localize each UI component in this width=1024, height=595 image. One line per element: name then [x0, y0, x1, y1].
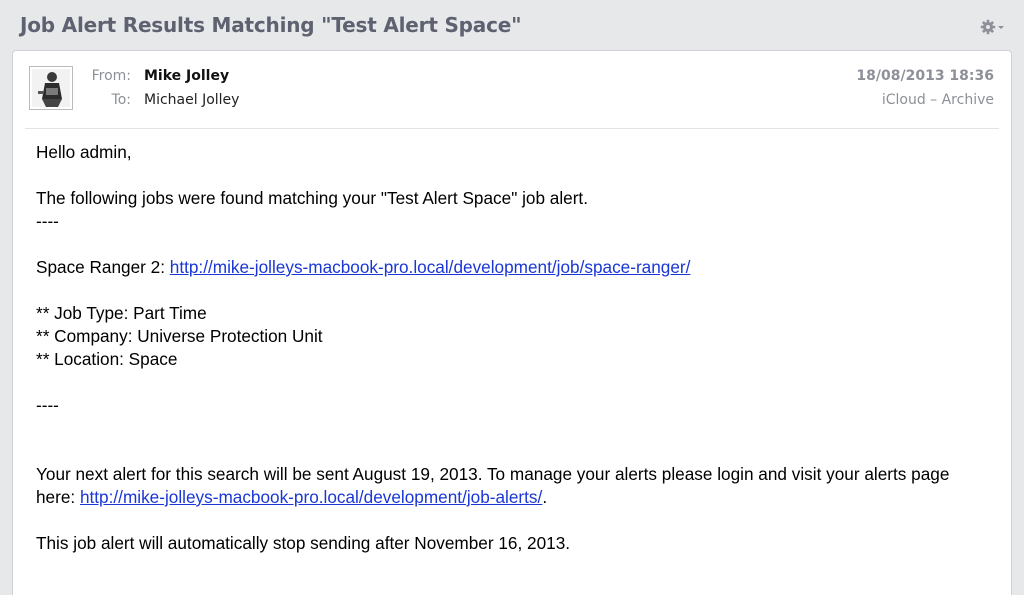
separator: ---- — [36, 211, 59, 231]
avatar[interactable] — [29, 66, 73, 110]
message-date: 18/08/2013 18:36 — [856, 68, 994, 84]
intro-text: The following jobs were found matching y… — [36, 188, 588, 208]
job-location: ** Location: Space — [36, 349, 178, 369]
next-alert-paragraph: Your next alert for this search will be … — [36, 463, 986, 509]
period: . — [542, 487, 548, 507]
greeting: Hello admin, — [36, 142, 132, 162]
alerts-link[interactable]: http://mike-jolleys-macbook-pro.local/de… — [80, 487, 542, 507]
separator-end: ---- — [36, 395, 59, 415]
header-divider — [25, 128, 999, 129]
message-subject: Job Alert Results Matching "Test Alert S… — [20, 13, 522, 37]
message-title-bar: Job Alert Results Matching "Test Alert S… — [0, 0, 1024, 50]
stop-text: This job alert will automatically stop s… — [36, 533, 571, 553]
from-label: From: — [91, 68, 131, 84]
recipient-name[interactable]: Michael Jolley — [144, 92, 239, 108]
job-title: Space Ranger 2: — [36, 257, 170, 277]
job-type: ** Job Type: Part Time — [36, 303, 207, 323]
to-label: To: — [111, 92, 131, 108]
mailbox-label: iCloud – Archive — [881, 92, 994, 108]
sender-name[interactable]: Mike Jolley — [144, 68, 229, 84]
job-link[interactable]: http://mike-jolleys-macbook-pro.local/de… — [170, 257, 691, 277]
gear-icon[interactable] — [980, 18, 1010, 36]
job-company: ** Company: Universe Protection Unit — [36, 326, 323, 346]
job-title-line: Space Ranger 2: http://mike-jolleys-macb… — [36, 256, 986, 279]
message-body: Hello admin, The following jobs were fou… — [36, 141, 986, 555]
message-card: From: Mike Jolley To: Michael Jolley 18/… — [12, 50, 1012, 595]
